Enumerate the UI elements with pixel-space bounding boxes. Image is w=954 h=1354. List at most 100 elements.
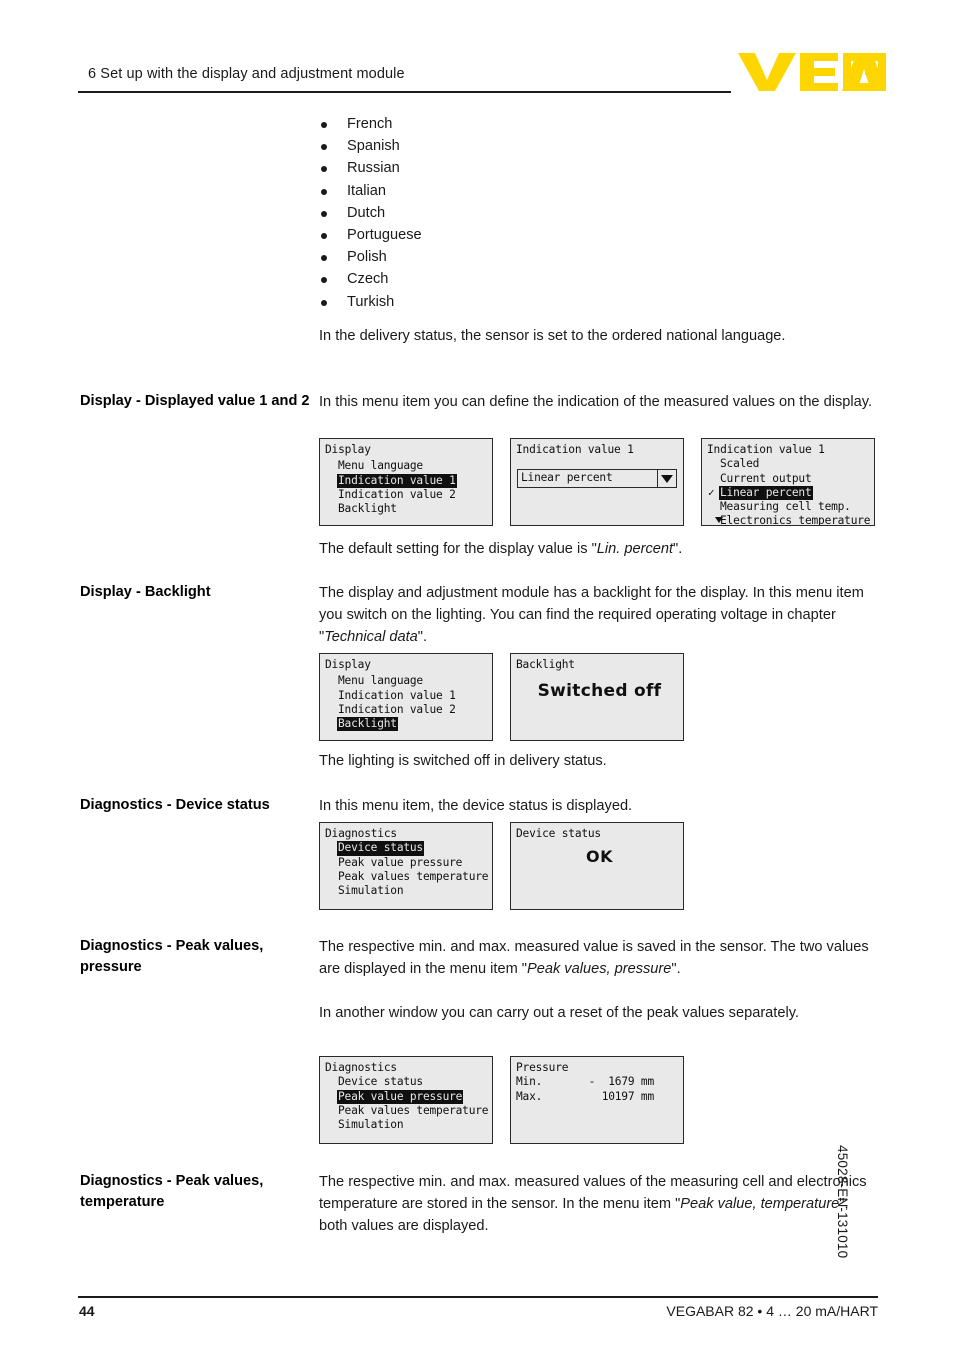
lcd-menu-item[interactable]: Indication value 2: [325, 488, 492, 502]
product-name: VEGABAR 82 • 4 … 20 mA/HART: [666, 1303, 878, 1319]
lcd-item-label: Device status: [338, 1075, 423, 1089]
lcd-panel-device-status-value: Device status OK: [510, 822, 684, 910]
lcd-menu-item[interactable]: Peak values temperature: [325, 870, 492, 884]
figure-backlight: Display Menu language Indication value 1…: [319, 653, 684, 741]
heading-text: Diagnostics - Device status: [80, 797, 270, 813]
lcd-menu-item[interactable]: Peak values temperature: [325, 1104, 492, 1118]
page-number: 44: [79, 1303, 95, 1319]
lcd-menu-item[interactable]: Menu language: [325, 459, 492, 473]
language-label: Portuguese: [347, 227, 422, 244]
lcd-option-item-selected[interactable]: ✓ Linear percent: [707, 485, 874, 501]
lcd-item-label: Menu language: [338, 674, 423, 688]
lcd-title: Display: [325, 658, 371, 671]
body-text: The respective min. and max. measured va…: [319, 936, 879, 980]
lcd-item-label: Backlight: [338, 502, 397, 516]
scroll-down-arrow-icon[interactable]: [715, 517, 723, 523]
lcd-dropdown-value: Linear percent: [521, 471, 613, 485]
list-item: Dutch: [319, 202, 719, 224]
lcd-menu-item[interactable]: Indication value 2: [325, 703, 492, 717]
lcd-title: Pressure: [516, 1061, 569, 1074]
heading-text: Display - Displayed value 1 and 2: [80, 393, 310, 409]
lcd-panel-diagnostics-menu-peak: Diagnostics Device status Peak value pre…: [319, 1056, 493, 1144]
lcd-item-label: Peak values temperature: [338, 869, 489, 883]
lcd-option-item[interactable]: Current output: [707, 472, 874, 486]
lcd-menu-list: Device status Peak value pressure Peak v…: [325, 1075, 492, 1132]
bullet-dot-icon: [321, 188, 327, 195]
lcd-item-label: Backlight: [337, 717, 398, 732]
section-heading-device-status: Diagnostics - Device status: [80, 795, 312, 816]
lcd-menu-list: Menu language Indication value 1 Indicat…: [325, 674, 492, 732]
lcd-menu-item[interactable]: Simulation: [325, 1118, 492, 1132]
note-prefix: The default setting for the display valu…: [319, 541, 597, 557]
body-italic: Technical data: [324, 629, 418, 645]
lcd-menu-list: Device status Peak value pressure Peak v…: [325, 841, 492, 898]
body-part2: ".: [671, 961, 681, 977]
lcd-menu-item[interactable]: Device status: [325, 1075, 492, 1089]
chevron-down-icon[interactable]: [657, 470, 676, 487]
lcd-menu-item[interactable]: Menu language: [325, 674, 492, 688]
body-text: The display and adjustment module has a …: [319, 582, 879, 648]
vega-logo: [738, 51, 886, 93]
lcd-item-label: Peak value pressure: [337, 1089, 464, 1104]
lcd-item-label: Indication value 1: [338, 688, 456, 702]
list-item: French: [319, 113, 719, 135]
lcd-item-label: Indication value 2: [338, 487, 456, 501]
body-text: The respective min. and max. measured va…: [319, 1171, 879, 1237]
lcd-value: OK: [586, 847, 613, 867]
section-body-peak-temperature: The respective min. and max. measured va…: [319, 1171, 879, 1237]
lcd-title: Indication value 1: [707, 443, 825, 456]
lcd-option-item[interactable]: Electronics temperature: [707, 514, 874, 526]
section-body-device-status: In this menu item, the device status is …: [319, 795, 879, 817]
figure-device-status: Diagnostics Device status Peak value pre…: [319, 822, 684, 910]
lcd-menu-item[interactable]: Backlight: [325, 502, 492, 516]
lcd-menu-item[interactable]: Indication value 1: [325, 689, 492, 703]
lcd-item-label: Device status: [337, 841, 424, 856]
lcd-max-row: Max. 10197 mm: [516, 1090, 683, 1104]
lcd-item-label: Scaled: [720, 457, 760, 471]
lcd-item-label: Linear percent: [719, 485, 813, 501]
lcd-option-item[interactable]: Scaled: [707, 457, 874, 471]
lcd-option-list: Scaled Current output ✓ Linear percent Me…: [707, 457, 874, 526]
section-heading-peak-temperature: Diagnostics - Peak values, temperature: [80, 1171, 312, 1212]
language-label: Italian: [347, 182, 386, 199]
lcd-item-label: Simulation: [338, 884, 404, 898]
intro-paragraph-block: In the delivery status, the sensor is se…: [319, 325, 879, 347]
lcd-menu-list: Menu language Indication value 1 Indicat…: [325, 459, 492, 516]
heading-text: Display - Backlight: [80, 584, 211, 600]
lcd-menu-item-selected[interactable]: Peak value pressure: [325, 1089, 492, 1104]
body-part2: ".: [417, 629, 428, 645]
bullet-dot-icon: [321, 299, 327, 306]
lcd-option-item[interactable]: Measuring cell temp.: [707, 500, 874, 514]
lcd-menu-item[interactable]: Peak value pressure: [325, 856, 492, 870]
language-label: French: [347, 116, 393, 132]
body-text-2: In another window you can carry out a re…: [319, 1005, 799, 1021]
note-text: The default setting for the display valu…: [319, 538, 879, 560]
bullet-dot-icon: [321, 122, 327, 128]
lcd-menu-item-selected[interactable]: Indication value 1: [325, 473, 492, 488]
lcd-item-label: Electronics temperature: [720, 514, 871, 526]
figure-display-value: Display Menu language Indication value 1…: [319, 438, 875, 526]
lcd-panel-pressure-peaks: Pressure Min. - 1679 mm Max. 10197 mm: [510, 1056, 684, 1144]
lcd-item-label: Indication value 1: [337, 473, 457, 488]
body-italic: Peak values, pressure: [526, 961, 672, 977]
language-label: Turkish: [347, 293, 395, 310]
language-label: Polish: [347, 249, 387, 266]
lcd-title: Device status: [516, 827, 601, 840]
checkmark-icon: ✓: [708, 485, 715, 499]
list-item: Spanish: [319, 135, 719, 157]
lcd-menu-item[interactable]: Simulation: [325, 884, 492, 898]
lcd-menu-item-selected[interactable]: Device status: [325, 841, 492, 856]
lcd-title: Indication value 1: [516, 443, 634, 456]
lcd-min-label: Min.: [516, 1075, 543, 1089]
header-divider: [78, 91, 731, 93]
lcd-max-value: 10197 mm: [601, 1089, 654, 1103]
bullet-dot-icon: [321, 277, 327, 284]
lcd-panel-backlight-state: Backlight Switched off: [510, 653, 684, 741]
lcd-panel-diagnostics-menu: Diagnostics Device status Peak value pre…: [319, 822, 493, 910]
lcd-dropdown[interactable]: Linear percent: [517, 469, 677, 488]
bullet-dot-icon: [321, 166, 327, 173]
lcd-item-label: Indication value 2: [338, 702, 456, 716]
intro-paragraph: In the delivery status, the sensor is se…: [319, 328, 786, 344]
lcd-item-label: Current output: [720, 471, 812, 485]
lcd-menu-item-selected[interactable]: Backlight: [325, 717, 492, 732]
